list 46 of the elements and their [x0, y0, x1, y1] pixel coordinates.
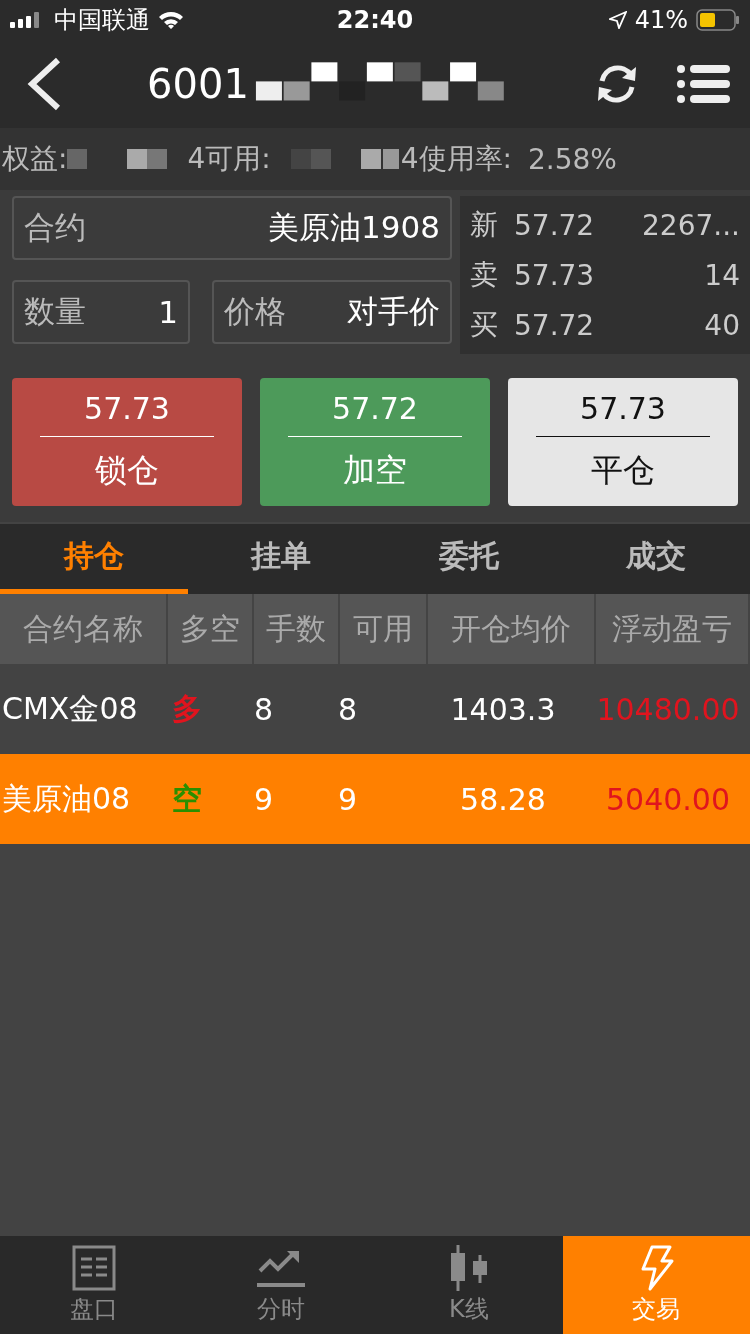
table-cell-text: 8	[337, 691, 359, 727]
available-label: 4可用:	[187, 141, 271, 177]
table-cell-text: 9	[253, 781, 275, 817]
table-cell-text: 8	[253, 691, 275, 727]
table-cell-text: 美原油08	[1, 779, 132, 818]
table-icon	[71, 1245, 116, 1291]
quantity-field[interactable]: 数量 1	[12, 280, 190, 344]
contract-field[interactable]: 合约 美原油1908	[12, 196, 452, 260]
nav-tab[interactable]: 分时	[187, 1236, 375, 1334]
quote-price: 57.72	[514, 308, 596, 342]
tab[interactable]: 委托	[375, 524, 563, 594]
page-title: 6001	[147, 61, 249, 107]
table-cell-text: CMX金08	[1, 689, 139, 728]
table-cell-text: 10480.00	[595, 691, 741, 727]
table-cell-text: 空	[171, 779, 203, 818]
table-cell-text: 多	[171, 689, 203, 728]
quote-label: 新	[470, 207, 499, 243]
price-field[interactable]: 价格 对手价	[212, 280, 452, 344]
battery-icon	[696, 9, 740, 31]
usage-label: 4使用率:	[400, 141, 512, 177]
quote-label: 卖	[470, 257, 499, 293]
equity-label: 权益:	[2, 141, 68, 177]
nav-tab[interactable]: K线	[375, 1236, 563, 1334]
table-cell-text: 9	[337, 781, 359, 817]
tab[interactable]: 成交	[562, 524, 750, 594]
wifi-icon	[158, 11, 184, 29]
battery-percent: 41%	[634, 6, 688, 34]
lock-button[interactable]: 57.73 锁仓	[12, 378, 242, 506]
location-arrow-icon	[608, 11, 627, 29]
table-cell-text: 5040.00	[604, 781, 732, 817]
quote-volume: 2267...	[642, 208, 740, 242]
status-time: 22:40	[336, 6, 414, 34]
menu-icon[interactable]	[676, 64, 730, 104]
quote-volume: 14	[704, 258, 740, 292]
tab[interactable]: 挂单	[187, 524, 375, 594]
table-cell-text: 1403.3	[449, 691, 557, 727]
table-cell-text: 58.28	[459, 781, 547, 817]
quote-volume: 40	[704, 308, 740, 342]
quote-label: 买	[470, 307, 499, 343]
close-position-button[interactable]: 57.73 平仓	[508, 378, 738, 506]
quote-price: 57.72	[514, 208, 596, 242]
back-icon[interactable]	[26, 57, 62, 111]
quote-price: 57.73	[514, 258, 596, 292]
usage-rate: 2.58%	[527, 142, 617, 176]
carrier-name: 中国联通	[54, 5, 150, 36]
nav-tab[interactable]: 盘口	[0, 1236, 188, 1334]
